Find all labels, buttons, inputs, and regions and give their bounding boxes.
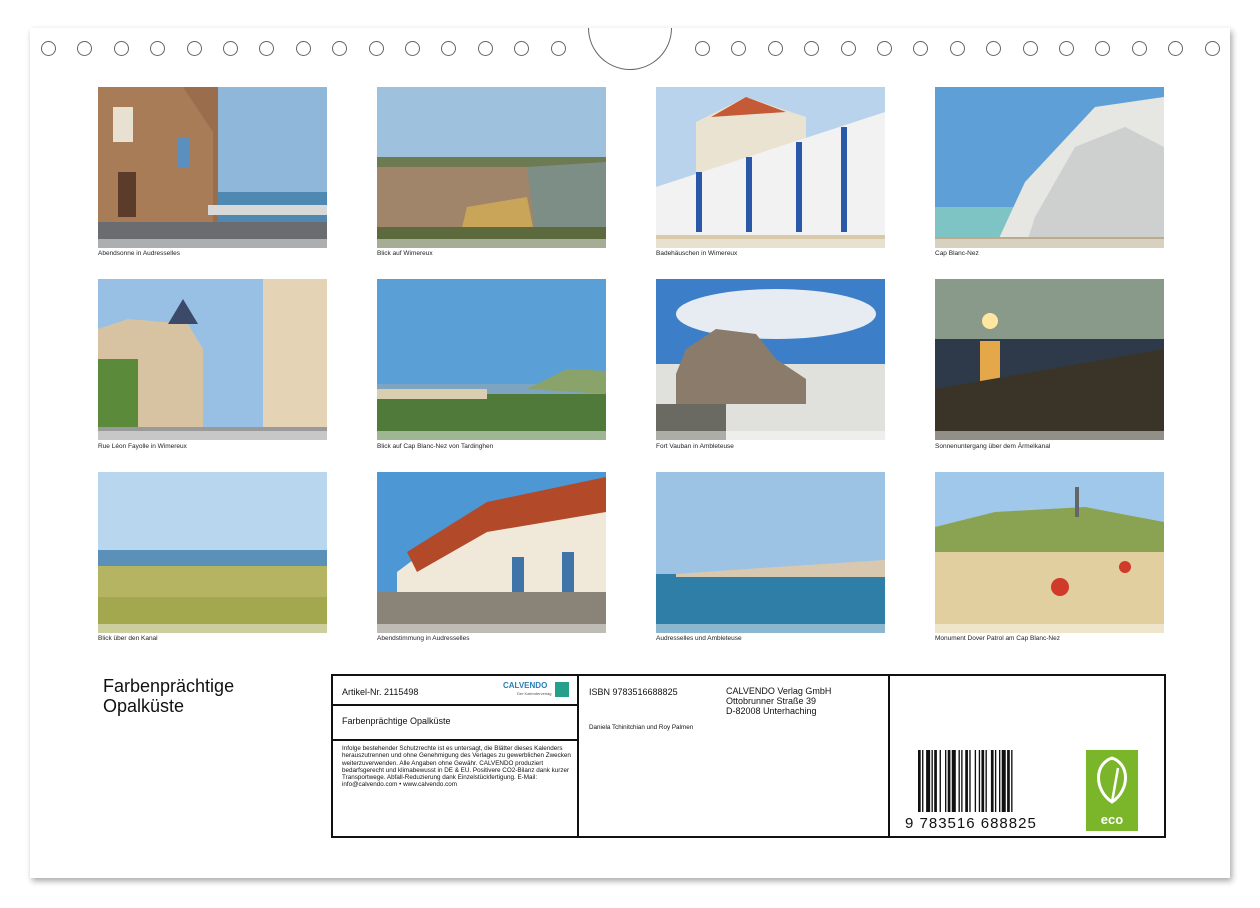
barcode-bar [931,750,933,812]
legal-text: Infolge bestehender Schutzrechte ist es … [342,745,571,789]
binding-hole [514,41,530,56]
barcode-bar [1007,750,1010,812]
binding-hole [77,41,93,56]
binding-hole [368,41,384,56]
barcode-bar [999,750,1001,812]
photo-may [98,279,327,440]
photo-july [656,279,885,440]
barcode-bar [934,750,937,812]
caption: Sonnenuntergang über dem Ärmelkanal [935,443,1051,450]
photo-august [935,279,1164,440]
divider [888,676,890,836]
photo-february [377,87,606,248]
barcode-bar [945,750,947,812]
barcode [918,750,1013,812]
binding-hole [223,41,238,56]
binding-hole [877,41,892,56]
caption: Rue Léon Fayolle in Wimereux [98,443,187,450]
eco-label: eco [1100,812,1124,827]
binding-hole [441,41,457,56]
binding-hole [41,41,56,56]
leaf-icon [1097,756,1127,804]
product-title: Farbenprächtige Opalküste [342,716,451,726]
caption: Abendsonne in Audresselles [98,250,181,257]
barcode-bar [1011,750,1013,812]
binding-hole [1022,41,1038,56]
calendar-title: Farbenprächtige Opalküste [103,676,234,716]
barcode-bar [994,750,997,812]
barcode-bar [939,750,941,812]
barcode-bar [961,750,963,812]
binding-hole [259,41,275,56]
caption: Audresselles und Ambleteuse [656,635,742,642]
barcode-bar [926,750,931,812]
binding-hole [113,41,129,56]
barcode-bar [974,750,977,812]
divider [333,739,578,741]
binding-hole [295,41,311,56]
barcode-bar [958,750,960,812]
photo-march [656,87,885,248]
photo-october [377,472,606,633]
barcode-bar [1001,750,1006,812]
caption: Blick über den Kanal [98,635,158,642]
binding-hole [1204,41,1220,56]
article-number: Artikel-Nr. 2115498 [342,687,419,697]
binding-hole [804,41,820,56]
photo-september [98,472,327,633]
binding-hole [986,41,1002,56]
caption: Monument Dover Patrol am Cap Blanc-Nez [935,635,1060,642]
barcode-bar [978,750,981,812]
barcode-bar [981,750,985,812]
binding-hole [731,41,747,56]
binding-hole [150,41,166,56]
caption: Badehäuschen in Wimereux [656,250,738,257]
barcode-bar [947,750,951,812]
publisher-address: CALVENDO Verlag GmbH Ottobrunner Straße … [726,686,832,716]
photo-june [377,279,606,440]
photo-april [935,87,1164,248]
barcode-bar [951,750,956,812]
binding-hole [550,41,566,56]
photo-december [935,472,1164,633]
binding-hole [1095,41,1111,56]
barcode-bar [969,750,971,812]
photo-january [98,87,327,248]
binding-hole [477,41,493,56]
calvendo-logo: CALVENDO Der Kalenderverlag [503,681,571,699]
title-line-2: Opalküste [103,696,185,716]
caption: Blick auf Cap Blanc-Nez von Tardinghen [377,443,494,450]
binding-hole [1168,41,1184,56]
barcode-number: 9 783516 688825 [905,815,1037,832]
product-info-box: Artikel-Nr. 2115498 CALVENDO Der Kalende… [331,674,1166,838]
barcode-bar [965,750,968,812]
caption: Blick auf Wimereux [377,250,433,257]
binding-hole [913,41,929,56]
divider [333,704,578,706]
divider [577,676,579,836]
binding-hole [1059,41,1074,56]
caption: Fort Vauban in Ambleteuse [656,443,734,450]
caption: Abendstimmung in Audresselles [377,635,470,642]
title-line-1: Farbenprächtige [103,676,235,696]
binding-hole [405,41,420,56]
eco-logo: eco [1086,750,1138,831]
binding-hole [949,41,965,56]
barcode-bar [918,750,921,812]
photo-november [656,472,885,633]
binding-hole [767,41,783,56]
isbn: ISBN 9783516688825 [589,687,678,697]
binding-hole [332,41,348,56]
binding-hole [840,41,856,56]
binding-hole [695,41,710,56]
binding-hole [186,41,202,56]
calvendo-mark-icon [555,682,569,697]
barcode-bar [922,750,924,812]
barcode-bar [990,750,994,812]
caption: Cap Blanc-Nez [935,250,979,257]
authors: Daniela Tchinitchian und Roy Palmen [589,724,694,731]
binding-hole [1131,41,1147,56]
barcode-bar [985,750,987,812]
